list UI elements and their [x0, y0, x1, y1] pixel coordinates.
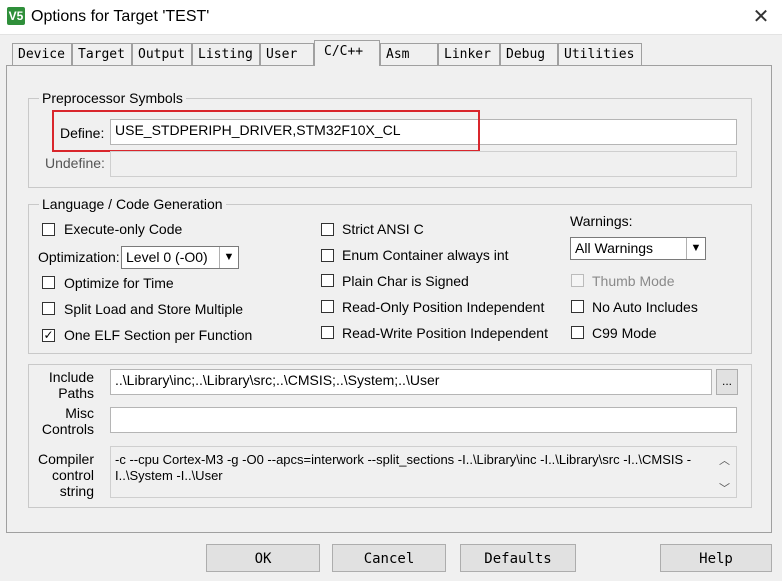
ro-pi-label: Read-Only Position Independent [342, 299, 545, 315]
split-load-label: Split Load and Store Multiple [64, 301, 243, 317]
tab-linker[interactable]: Linker [438, 43, 500, 65]
plain-char-label: Plain Char is Signed [342, 273, 469, 289]
execute-only-label: Execute-only Code [64, 221, 183, 237]
split-load-checkbox[interactable] [42, 302, 55, 315]
compiler-control-label: Compiler control string [37, 451, 94, 499]
chevron-down-icon[interactable]: ▼ [686, 238, 705, 259]
one-elf-checkbox[interactable]: ✓ [42, 329, 55, 342]
cancel-button[interactable]: Cancel [332, 544, 446, 572]
tab-cc[interactable]: C/C++ [314, 40, 380, 66]
enum-container-label: Enum Container always int [342, 247, 509, 263]
title-bar: V5 Options for Target 'TEST' ✕ [0, 0, 782, 35]
tab-device[interactable]: Device [12, 43, 72, 65]
highlight-box [52, 110, 480, 152]
warnings-value: All Warnings [575, 240, 654, 256]
preprocessor-legend: Preprocessor Symbols [39, 90, 186, 106]
chevron-down-icon[interactable]: ▼ [219, 247, 238, 268]
undefine-input[interactable] [110, 151, 737, 177]
scroll-up-icon[interactable]: ︿ [719, 452, 730, 468]
rw-pi-checkbox[interactable] [321, 326, 334, 339]
execute-only-checkbox[interactable] [42, 223, 55, 236]
thumb-mode-checkbox [571, 274, 584, 287]
strict-ansi-checkbox[interactable] [321, 223, 334, 236]
optimization-value: Level 0 (-O0) [126, 249, 208, 265]
app-icon: V5 [7, 7, 25, 25]
include-paths-input[interactable]: ..\Library\inc;..\Library\src;..\CMSIS;.… [110, 369, 712, 395]
misc-controls-input[interactable] [110, 407, 737, 433]
help-button[interactable]: Help [660, 544, 772, 572]
tab-utilities[interactable]: Utilities [558, 43, 642, 65]
optimize-time-checkbox[interactable] [42, 276, 55, 289]
scroll-down-icon[interactable]: ﹀ [719, 480, 730, 496]
rw-pi-label: Read-Write Position Independent [342, 325, 548, 341]
c99-mode-label: C99 Mode [592, 325, 657, 341]
compiler-control-string[interactable]: -c --cpu Cortex-M3 -g -O0 --apcs=interwo… [110, 446, 737, 498]
browse-button[interactable]: ... [716, 369, 738, 395]
tab-listing[interactable]: Listing [192, 43, 260, 65]
tab-target[interactable]: Target [72, 43, 132, 65]
tab-output[interactable]: Output [132, 43, 192, 65]
defaults-button[interactable]: Defaults [460, 544, 576, 572]
optimize-time-label: Optimize for Time [64, 275, 174, 291]
thumb-mode-label: Thumb Mode [592, 273, 675, 289]
optimization-label: Optimization: [38, 249, 120, 265]
tab-asm[interactable]: Asm [380, 43, 438, 65]
plain-char-checkbox[interactable] [321, 274, 334, 287]
close-icon[interactable]: ✕ [740, 0, 782, 34]
no-auto-includes-label: No Auto Includes [592, 299, 698, 315]
undefine-label: Undefine: [45, 155, 105, 171]
c99-mode-checkbox[interactable] [571, 326, 584, 339]
ro-pi-checkbox[interactable] [321, 300, 334, 313]
codegen-legend: Language / Code Generation [39, 196, 226, 212]
window-title: Options for Target 'TEST' [31, 8, 210, 25]
tab-user[interactable]: User [260, 43, 314, 65]
one-elf-label: One ELF Section per Function [64, 327, 253, 343]
include-paths-label: Include Paths [48, 369, 94, 401]
ok-button[interactable]: OK [206, 544, 320, 572]
strict-ansi-label: Strict ANSI C [342, 221, 424, 237]
tab-debug[interactable]: Debug [500, 43, 558, 65]
enum-container-checkbox[interactable] [321, 249, 334, 262]
warnings-label: Warnings: [570, 213, 633, 229]
misc-controls-label: Misc Controls [41, 405, 94, 437]
no-auto-includes-checkbox[interactable] [571, 300, 584, 313]
